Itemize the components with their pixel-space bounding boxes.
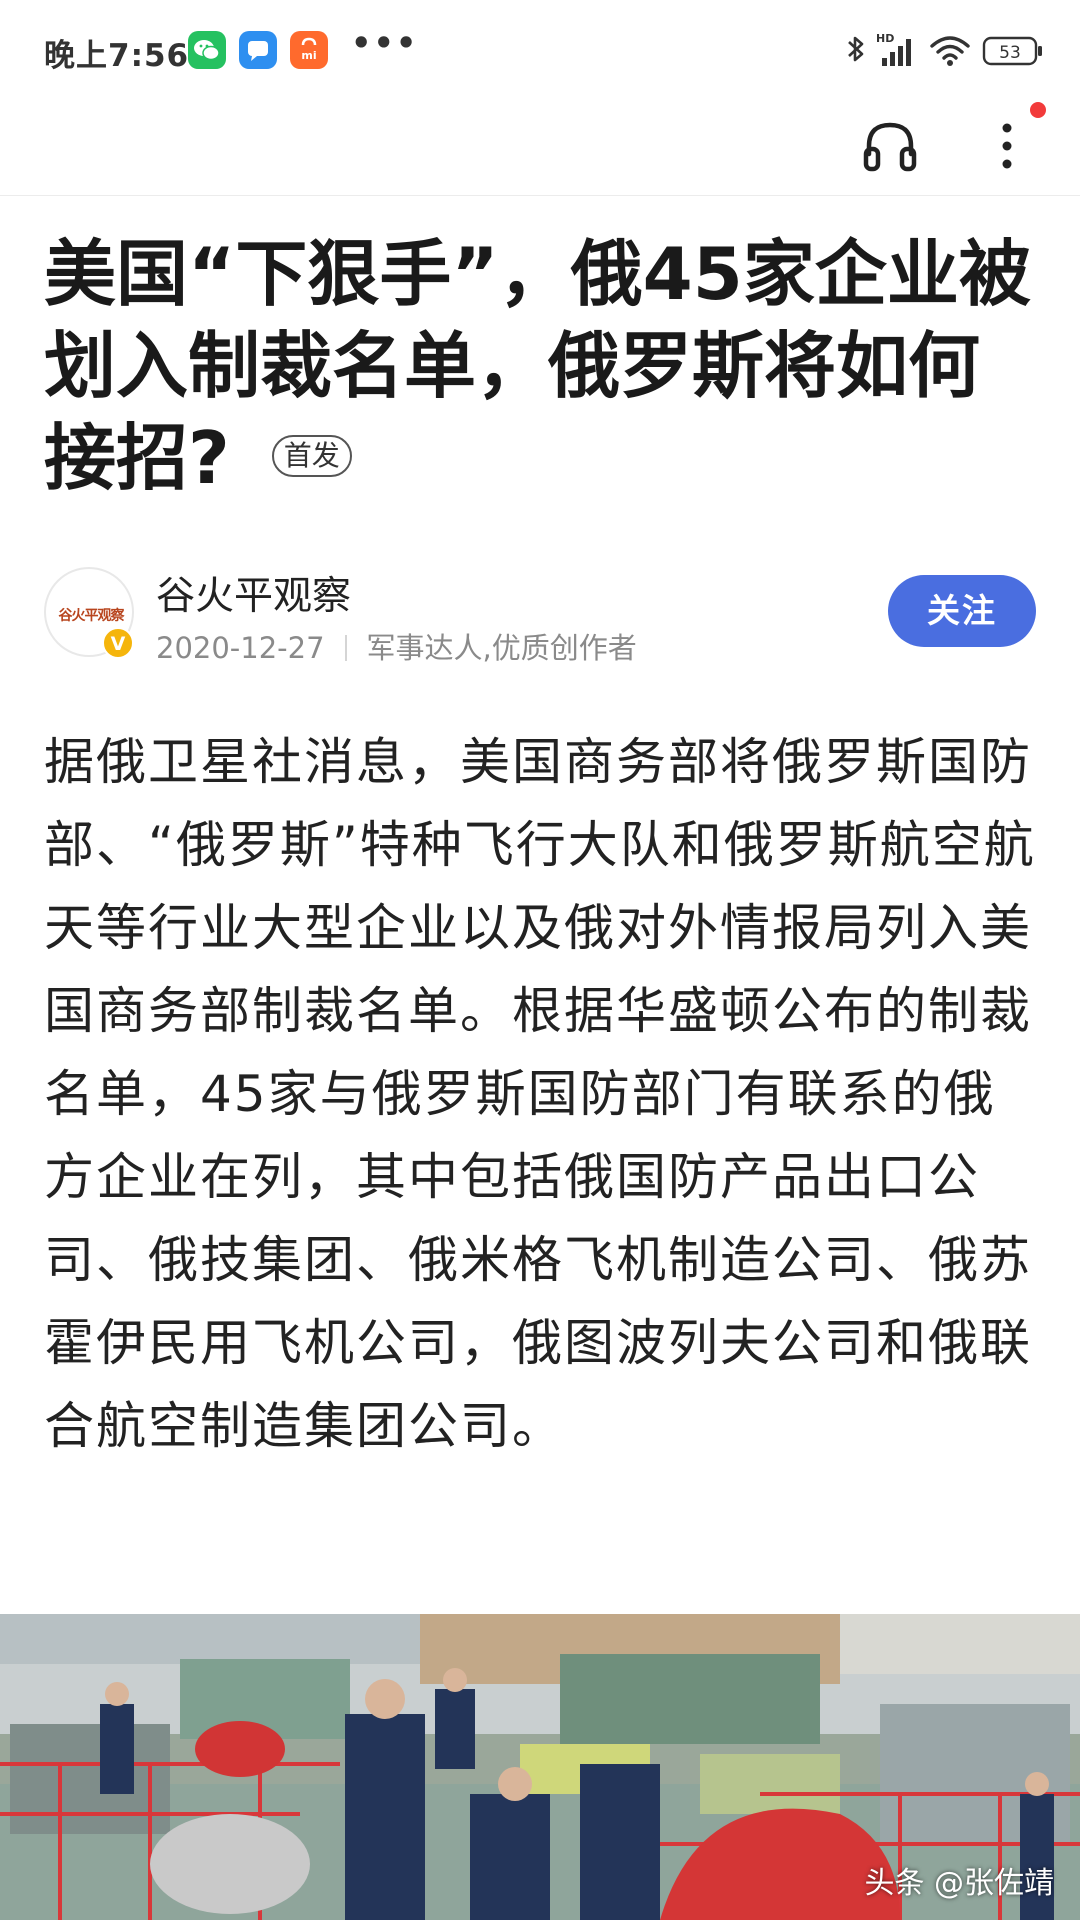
- status-bar: 晚上7:56 mi ••• HD 53: [0, 0, 1080, 100]
- meta-divider: [344, 635, 347, 661]
- author-row: 谷火平观察 V 谷火平观察 2020-12-27 军事达人,优质创作者 关注: [44, 565, 1036, 665]
- status-time: 晚上7:56: [44, 38, 190, 74]
- publish-date: 2020-12-27: [156, 631, 325, 665]
- article-title: 美国“下狠手”，俄45家企业被划入制裁名单，俄罗斯将如何接招? 首发: [44, 228, 1044, 504]
- network-type-label: HD: [876, 32, 894, 45]
- battery-icon: 53: [982, 36, 1042, 66]
- image-watermark: 头条 @张佐靖: [864, 1866, 1054, 1901]
- message-icon: [239, 31, 277, 69]
- bluetooth-icon: [848, 36, 864, 62]
- more-notifications-indicator: •••: [351, 24, 419, 62]
- article-body: 据俄卫星社消息，美国商务部将俄罗斯国防部、“俄罗斯”特种飞行大队和俄罗斯航空航天…: [44, 733, 1036, 1455]
- notification-dot: [1030, 102, 1046, 118]
- mi-store-icon: mi: [290, 31, 328, 69]
- author-meta: 2020-12-27 军事达人,优质创作者: [156, 625, 637, 667]
- wechat-icon: [188, 31, 226, 69]
- more-menu-button[interactable]: [985, 114, 1035, 178]
- avatar-logo-text: 谷火平观察: [58, 608, 125, 624]
- svg-text:mi: mi: [301, 49, 316, 62]
- signal-icon: HD: [876, 32, 911, 66]
- battery-level: 53: [999, 43, 1021, 63]
- more-vertical-icon: [1002, 123, 1012, 169]
- article-header: 美国“下狠手”，俄45家企业被划入制裁名单，俄罗斯将如何接招? 首发: [44, 228, 1044, 504]
- author-name[interactable]: 谷火平观察: [156, 565, 351, 621]
- author-tags: 军事达人,优质创作者: [366, 631, 637, 665]
- follow-button[interactable]: 关注: [888, 575, 1036, 647]
- system-icons: HD 53: [844, 28, 1044, 72]
- verified-icon: V: [102, 627, 134, 659]
- article-action-bar: [0, 100, 1080, 196]
- article-title-text: 美国“下狠手”，俄45家企业被划入制裁名单，俄罗斯将如何接招?: [44, 232, 1031, 500]
- first-publish-badge: 首发: [271, 435, 352, 478]
- listen-button[interactable]: [860, 116, 920, 176]
- article-image[interactable]: 头条 @张佐靖: [0, 1614, 1080, 1920]
- wifi-icon: [930, 36, 970, 66]
- headphone-icon: [863, 122, 917, 172]
